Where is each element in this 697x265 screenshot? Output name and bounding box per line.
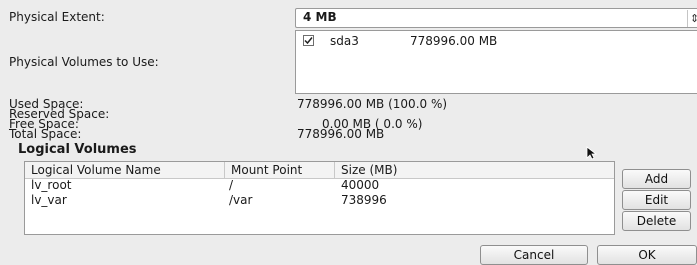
- logical-volumes-table[interactable]: Logical Volume Name Mount Point Size (MB…: [24, 161, 615, 235]
- combo-spin-icon[interactable]: ⇕: [687, 10, 697, 27]
- lv-size-cell: 738996: [341, 193, 387, 207]
- physical-extent-value: 4 MB: [303, 10, 337, 24]
- edit-button[interactable]: Edit: [622, 190, 691, 210]
- lv-mount-cell: /var: [229, 193, 253, 207]
- checkmark-icon: [304, 37, 313, 45]
- column-header-name[interactable]: Logical Volume Name: [25, 162, 225, 178]
- column-header-size[interactable]: Size (MB): [335, 162, 614, 178]
- mouse-pointer-icon: [586, 146, 598, 160]
- physical-extent-combo[interactable]: 4 MB ⇕: [295, 8, 697, 28]
- lv-mount-cell: /: [229, 178, 234, 192]
- delete-button[interactable]: Delete: [622, 211, 691, 231]
- table-row[interactable]: lv_var /var 738996: [25, 193, 614, 208]
- used-space-value: 778996.00 MB (100.0 %): [297, 97, 448, 111]
- lv-name-cell: lv_var: [31, 193, 67, 207]
- table-header: Logical Volume Name Mount Point Size (MB…: [25, 162, 614, 179]
- ok-button[interactable]: OK: [597, 245, 697, 265]
- table-row[interactable]: lv_root / 40000: [25, 178, 614, 193]
- pv-size: 778996.00 MB: [410, 34, 498, 48]
- lv-size-cell: 40000: [341, 178, 380, 192]
- pv-list[interactable]: sda3 778996.00 MB: [295, 30, 697, 94]
- pv-checkbox[interactable]: [303, 35, 314, 46]
- total-space-value: 778996.00 MB: [297, 127, 385, 141]
- cancel-button[interactable]: Cancel: [480, 245, 588, 265]
- logical-volumes-title: Logical Volumes: [18, 142, 137, 157]
- physical-extent-label: Physical Extent:: [9, 10, 105, 24]
- lv-name-cell: lv_root: [31, 178, 72, 192]
- add-button[interactable]: Add: [622, 169, 691, 189]
- pv-label: Physical Volumes to Use:: [9, 55, 159, 69]
- column-header-mount[interactable]: Mount Point: [225, 162, 335, 178]
- total-space-label: Total Space:: [9, 127, 82, 141]
- pv-name: sda3: [330, 34, 359, 48]
